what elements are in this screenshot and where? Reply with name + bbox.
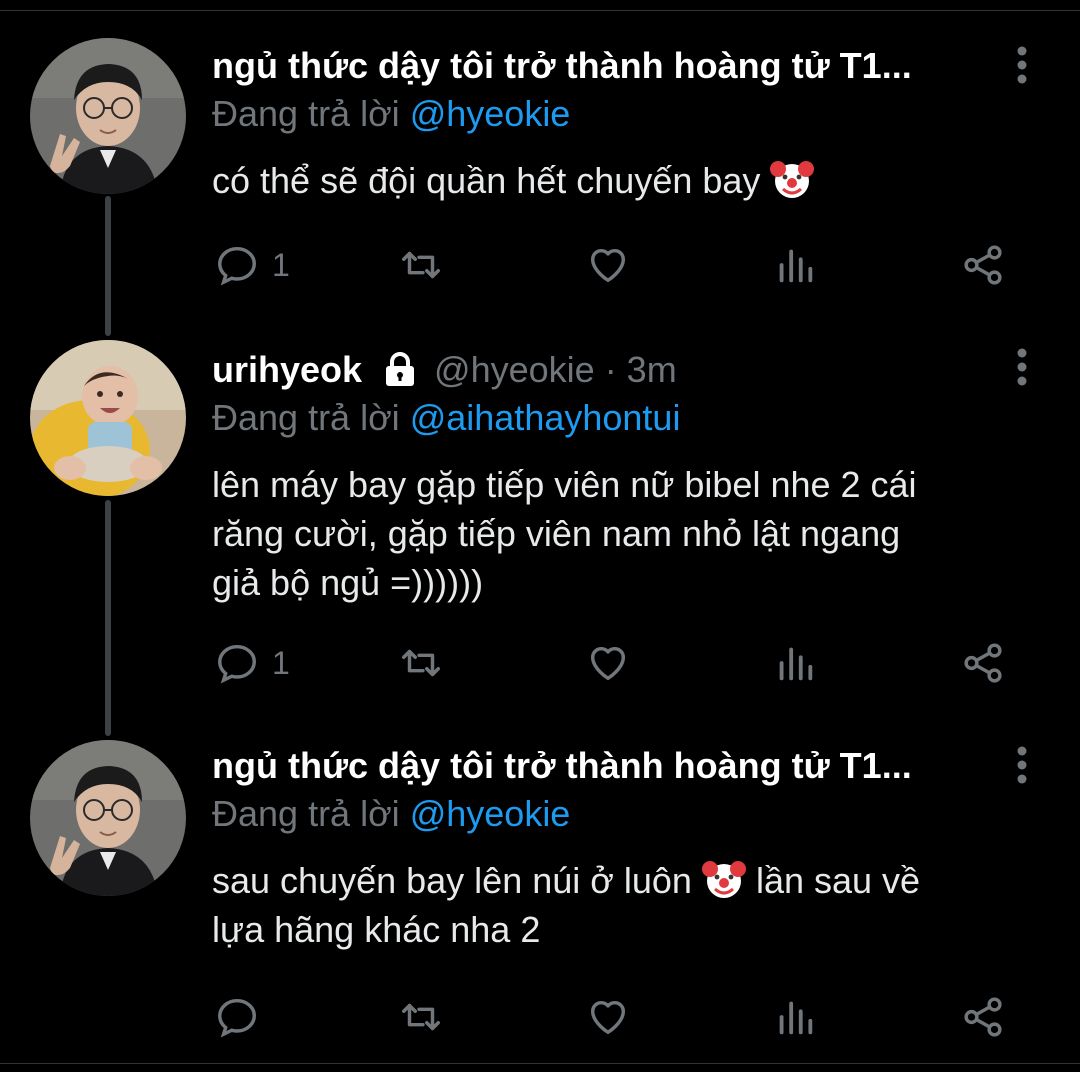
author-handle[interactable]: @hyeokie (434, 348, 595, 392)
retweet-icon (402, 1003, 440, 1031)
timestamp[interactable]: · 3m (605, 348, 677, 392)
bottom-divider (0, 1063, 1080, 1064)
share-icon (964, 997, 1002, 1037)
retweet-button[interactable] (398, 638, 444, 688)
tweet-text: lên máy bay gặp tiếp viên nữ bibel nhe 2… (212, 460, 1020, 607)
reply-context: Đang trả lời @aihathayhontui (212, 396, 1020, 440)
tweet-text-line: lên máy bay gặp tiếp viên nữ bibel nhe 2… (212, 464, 917, 505)
tweet-text-line: lựa hãng khác nha 2 (212, 909, 541, 950)
retweet-button[interactable] (398, 240, 444, 290)
reply-icon (218, 644, 256, 684)
action-bar: 1 (212, 240, 1032, 290)
reply-mention[interactable]: @aihathayhontui (410, 397, 681, 438)
reply-count: 1 (272, 246, 290, 283)
reply-context: Đang trả lời @hyeokie (212, 792, 1020, 836)
views-button[interactable] (772, 638, 818, 688)
like-button[interactable] (585, 240, 631, 290)
share-icon (964, 245, 1002, 285)
more-icon[interactable] (1016, 745, 1028, 785)
reply-button[interactable]: 1 (214, 240, 290, 290)
reply-prefix: Đang trả lời (212, 93, 400, 134)
tweet-text: sau chuyến bay lên núi ở luôn lần sau về… (212, 856, 1020, 954)
views-button[interactable] (772, 240, 818, 290)
reply-mention[interactable]: @hyeokie (410, 93, 571, 134)
author-name[interactable]: ngủ thức dậy tôi trở thành hoàng tử T1..… (212, 744, 1020, 788)
views-icon (779, 647, 813, 681)
reply-icon (218, 246, 256, 286)
like-button[interactable] (585, 992, 631, 1042)
retweet-icon (402, 649, 440, 677)
author-name[interactable]: ngủ thức dậy tôi trở thành hoàng tử T1..… (212, 44, 1020, 88)
thread-line (105, 196, 111, 336)
views-icon (779, 249, 813, 283)
reply-button[interactable]: 1 (214, 638, 290, 688)
more-icon[interactable] (1016, 45, 1028, 85)
more-icon[interactable] (1016, 347, 1028, 387)
top-divider (0, 0, 1080, 11)
tweet-text-part: sau chuyến bay lên núi ở luôn (212, 860, 692, 901)
clown-emoji (770, 157, 815, 201)
reply-mention[interactable]: @hyeokie (410, 793, 571, 834)
views-button[interactable] (772, 992, 818, 1042)
tweet-text: có thể sẽ đội quần hết chuyến bay (212, 156, 1020, 205)
like-icon (590, 646, 626, 681)
like-icon (590, 248, 626, 283)
reply-icon (218, 998, 256, 1038)
action-bar (212, 992, 1032, 1042)
tweet-text-line: răng cười, gặp tiếp viên nam nhỏ lật nga… (212, 513, 901, 554)
share-button[interactable] (960, 638, 1006, 688)
like-button[interactable] (585, 638, 631, 688)
reply-prefix: Đang trả lời (212, 397, 400, 438)
like-icon (590, 1000, 626, 1035)
reply-context: Đang trả lời @hyeokie (212, 92, 1020, 136)
tweet-text-line: giả bộ ngủ =)))))) (212, 562, 484, 603)
author-name[interactable]: urihyeok (212, 348, 362, 392)
retweet-button[interactable] (398, 992, 444, 1042)
thread-line (105, 500, 111, 736)
avatar[interactable] (30, 340, 186, 496)
lock-icon (380, 350, 420, 390)
action-bar: 1 (212, 638, 1032, 688)
tweet-text-body: có thể sẽ đội quần hết chuyến bay (212, 160, 761, 201)
avatar[interactable] (30, 38, 186, 194)
share-icon (964, 643, 1002, 683)
avatar[interactable] (30, 740, 186, 896)
share-button[interactable] (960, 240, 1006, 290)
tweet-text-part: lần sau về (755, 860, 921, 901)
retweet-icon (402, 251, 440, 279)
share-button[interactable] (960, 992, 1006, 1042)
reply-button[interactable] (214, 992, 272, 1042)
reply-prefix: Đang trả lời (212, 793, 400, 834)
reply-count: 1 (272, 644, 290, 681)
tweet-header: urihyeok @hyeokie · 3m (212, 348, 1020, 392)
clown-emoji (701, 857, 746, 901)
views-icon (779, 1001, 813, 1035)
